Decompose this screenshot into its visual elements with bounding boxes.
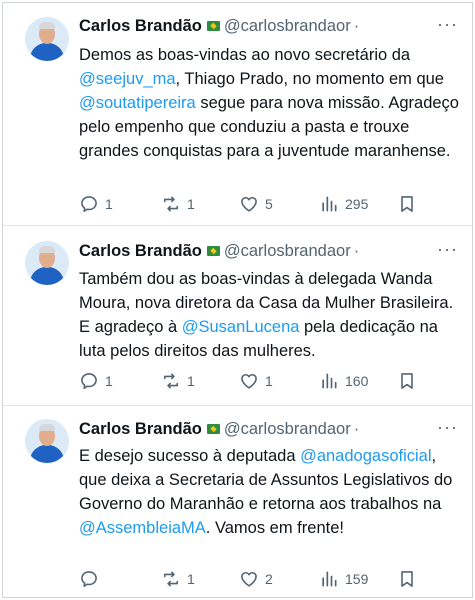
bookmark-button[interactable] [397,369,417,393]
views-chart-icon [322,373,337,389]
bookmark-button[interactable] [397,567,417,591]
bookmark-button[interactable] [397,192,417,216]
author-name[interactable]: Carlos Brandão [79,242,202,261]
author-name[interactable]: Carlos Brandão [79,17,202,36]
tweet-header: Carlos Brandão @carlosbrandaor · ··· [79,417,458,440]
tweet-text: E desejo sucesso à deputada @anadogasofi… [79,444,461,540]
avatar[interactable] [25,241,69,285]
repost-button[interactable]: 1 [161,369,195,393]
tweet-2[interactable]: Carlos Brandão @carlosbrandaor · ··· Tam… [3,225,472,406]
repost-count: 1 [187,196,195,212]
reply-count: 1 [105,373,113,389]
tweet-text-segment: Demos as boas-vindas ao novo secretário … [79,46,415,64]
views-count: 159 [345,571,369,587]
views-button[interactable]: 159 [319,567,368,591]
heart-icon [241,571,257,587]
tweet-header: Carlos Brandão @carlosbrandaor · ··· [79,14,458,37]
reply-icon [81,571,97,587]
brazil-flag-icon [206,424,220,434]
tweet-text-segment: . Vamos em frente! [205,519,344,537]
reply-button[interactable] [79,567,105,591]
reply-icon [81,373,97,389]
like-count: 2 [265,571,273,587]
tweet-actions: 1 1 1 160 [79,368,448,394]
repost-icon [163,373,179,389]
author-name[interactable]: Carlos Brandão [79,420,202,439]
tweet-text-segment: E desejo sucesso à deputada [79,447,301,465]
heart-icon [241,373,257,389]
views-button[interactable]: 160 [319,369,368,393]
tweet-text: Também dou as boas-vindas à delegada Wan… [79,267,461,363]
mention-link[interactable]: @seejuv_ma [79,70,176,88]
repost-icon [163,196,179,212]
like-count: 5 [265,196,273,212]
reply-button[interactable]: 1 [79,192,113,216]
repost-icon [163,571,179,587]
brazil-flag-icon [206,21,220,31]
like-button[interactable]: 5 [239,192,273,216]
like-count: 1 [265,373,273,389]
mention-link[interactable]: @AssembleiaMA [79,519,206,537]
author-handle[interactable]: @carlosbrandaor [224,17,351,36]
tweet-1[interactable]: Carlos Brandão @carlosbrandaor · ··· Dem… [3,3,472,225]
separator-dot: · [353,241,360,260]
tweet-thread: Carlos Brandão @carlosbrandaor · ··· Dem… [2,2,473,598]
bookmark-icon [401,196,413,212]
like-button[interactable]: 1 [239,369,273,393]
more-options-icon[interactable]: ··· [437,239,458,260]
views-count: 295 [345,196,369,212]
tweet-3[interactable]: Carlos Brandão @carlosbrandaor · ··· E d… [3,405,472,598]
views-chart-icon [322,571,337,587]
mention-link[interactable]: @anadogasoficial [300,447,431,465]
avatar[interactable] [25,419,69,463]
like-button[interactable]: 2 [239,567,273,591]
separator-dot: · [353,419,360,438]
tweet-actions: 1 2 159 [79,566,448,592]
separator-dot: · [353,16,360,35]
repost-count: 1 [187,373,195,389]
more-options-icon[interactable]: ··· [437,417,458,438]
tweet-text: Demos as boas-vindas ao novo secretário … [79,43,461,163]
reply-button[interactable]: 1 [79,369,113,393]
mention-link[interactable]: @SusanLucena [182,318,300,336]
repost-button[interactable]: 1 [161,567,195,591]
tweet-actions: 1 1 5 295 [79,191,448,217]
heart-icon [241,196,257,212]
avatar[interactable] [25,17,69,61]
reply-icon [81,196,97,212]
tweet-text-segment: , Thiago Prado, no momento em que [175,70,449,88]
repost-count: 1 [187,571,195,587]
brazil-flag-icon [206,246,220,256]
views-button[interactable]: 295 [319,192,368,216]
tweet-header: Carlos Brandão @carlosbrandaor · ··· [79,239,458,262]
views-chart-icon [322,196,337,212]
repost-button[interactable]: 1 [161,192,195,216]
reply-count: 1 [105,196,113,212]
mention-link[interactable]: @soutatipereira [79,94,196,112]
author-handle[interactable]: @carlosbrandaor [224,420,351,439]
bookmark-icon [401,373,413,389]
author-handle[interactable]: @carlosbrandaor [224,242,351,261]
more-options-icon[interactable]: ··· [437,14,458,35]
views-count: 160 [345,373,369,389]
bookmark-icon [401,571,413,587]
